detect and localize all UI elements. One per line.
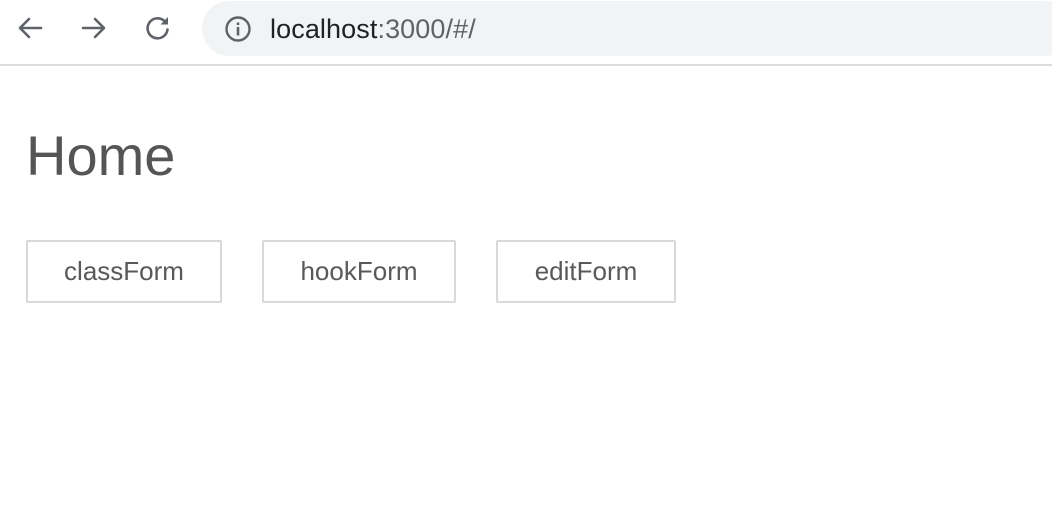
url-text[interactable]: localhost:3000/#/: [270, 14, 476, 44]
forward-button[interactable]: [75, 9, 113, 47]
url-path: :3000/#/: [377, 14, 476, 44]
reload-button[interactable]: [139, 9, 177, 47]
info-icon[interactable]: [224, 15, 252, 43]
arrow-left-icon: [15, 13, 45, 43]
edit-form-button[interactable]: editForm: [496, 240, 676, 303]
back-button[interactable]: [11, 9, 49, 47]
hook-form-button[interactable]: hookForm: [262, 240, 456, 303]
class-form-button[interactable]: classForm: [26, 240, 222, 303]
url-host: localhost: [270, 14, 378, 44]
arrow-right-icon: [79, 13, 109, 43]
browser-toolbar: localhost:3000/#/: [0, 0, 1052, 66]
address-bar[interactable]: localhost:3000/#/: [202, 1, 1052, 56]
reload-icon: [143, 13, 173, 43]
page-title: Home: [26, 124, 176, 187]
